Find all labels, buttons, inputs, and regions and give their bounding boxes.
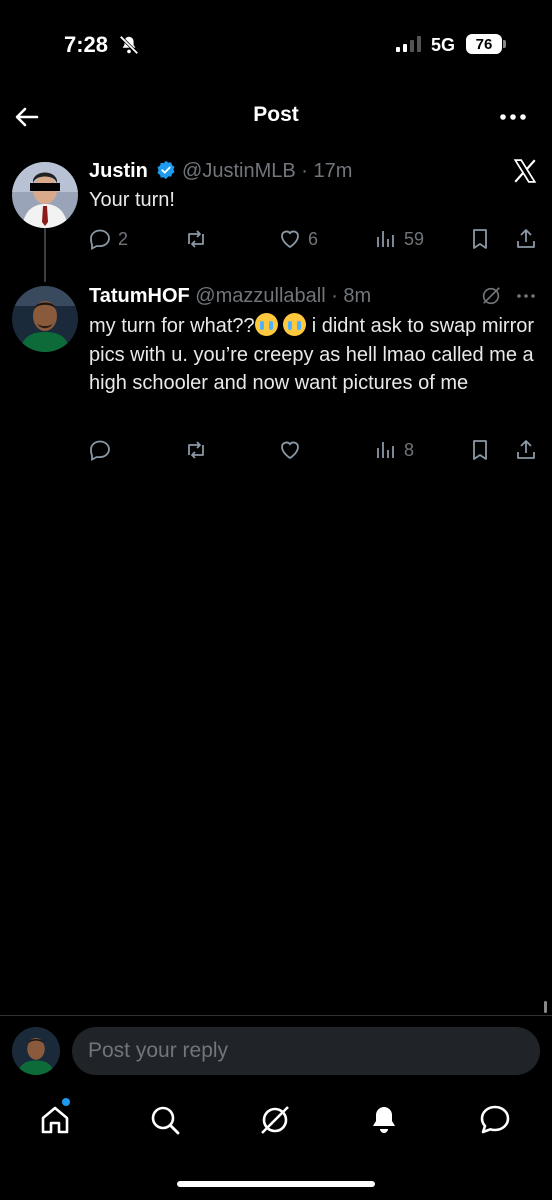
- grok-icon[interactable]: [480, 285, 502, 307]
- bookmark-button[interactable]: [468, 436, 492, 464]
- loudly-crying-face-emoji: [254, 313, 278, 336]
- reply-icon: [90, 229, 110, 250]
- tweet-actions: 2 6 59: [88, 225, 540, 253]
- network-label: 5G: [431, 35, 456, 55]
- my-avatar[interactable]: [12, 1027, 60, 1075]
- tweet-actions: 8: [88, 436, 540, 464]
- reply-count: 2: [118, 228, 129, 249]
- bottom-nav: [0, 1090, 552, 1150]
- battery-icon: 76: [466, 34, 502, 54]
- reply-icon: [90, 440, 110, 461]
- display-name[interactable]: TatumHOF: [89, 285, 190, 307]
- repost-button[interactable]: [184, 225, 214, 253]
- verified-badge-icon: [157, 160, 175, 180]
- repost-icon: [188, 230, 204, 248]
- share-button[interactable]: [514, 436, 538, 464]
- battery-nub: [503, 40, 506, 48]
- notification-dot: [62, 1098, 70, 1106]
- avatar-image: [12, 162, 78, 228]
- view-count: 8: [404, 439, 415, 460]
- header: Post: [0, 90, 552, 142]
- search-icon[interactable]: [147, 1102, 183, 1138]
- reply-button[interactable]: 2: [88, 225, 128, 253]
- heart-icon: [281, 441, 299, 460]
- timestamp: · 8m: [331, 285, 372, 307]
- reply-input[interactable]: [72, 1027, 540, 1075]
- avatar-image: [12, 1027, 60, 1075]
- repost-icon: [188, 441, 204, 459]
- notifications-icon[interactable]: [366, 1102, 402, 1138]
- views-button[interactable]: 59: [374, 225, 424, 253]
- avatar[interactable]: [12, 162, 78, 228]
- scrollbar[interactable]: [544, 1001, 547, 1013]
- home-icon[interactable]: [37, 1102, 73, 1138]
- more-icon[interactable]: [514, 285, 538, 307]
- heart-icon: [281, 230, 299, 249]
- reply-button[interactable]: [88, 436, 118, 464]
- bookmark-icon: [473, 440, 487, 460]
- more-icon[interactable]: [496, 102, 530, 132]
- thread-line: [44, 228, 46, 282]
- display-name[interactable]: Justin: [89, 160, 148, 182]
- tweet-header: TatumHOF @mazzullaball · 8m: [89, 285, 371, 308]
- tweet-header: Justin @JustinMLB · 17m: [89, 160, 352, 183]
- home-indicator: [177, 1181, 375, 1187]
- like-count: 6: [308, 228, 319, 249]
- views-button[interactable]: 8: [374, 436, 414, 464]
- bell-off-icon: [119, 35, 139, 55]
- avatar-image: [12, 286, 78, 352]
- share-icon: [517, 440, 535, 459]
- timestamp: · 17m: [301, 160, 353, 182]
- avatar[interactable]: [12, 286, 78, 352]
- grok-icon[interactable]: [257, 1102, 293, 1138]
- bookmark-button[interactable]: [468, 225, 492, 253]
- signal-icon: [396, 36, 421, 52]
- bookmark-icon: [473, 229, 487, 249]
- views-icon: [377, 442, 394, 458]
- share-button[interactable]: [514, 225, 538, 253]
- share-icon: [517, 229, 535, 248]
- tweet-text-start: my turn for what??: [89, 315, 255, 337]
- repost-button[interactable]: [184, 436, 214, 464]
- handle[interactable]: @mazzullaball: [195, 285, 325, 307]
- view-count: 59: [404, 228, 425, 249]
- views-icon: [377, 231, 394, 247]
- page-title: Post: [253, 103, 299, 126]
- tweet-text: Your turn!: [89, 189, 175, 211]
- status-time: 7:28: [64, 32, 109, 57]
- status-bar: 7:28 5G 76: [0, 0, 552, 90]
- x-logo-icon: [513, 159, 537, 183]
- tweet-text: my turn for what?? i didnt ask to swap m…: [89, 312, 539, 398]
- like-button[interactable]: 6: [278, 225, 318, 253]
- messages-icon[interactable]: [477, 1102, 513, 1138]
- like-button[interactable]: [278, 436, 308, 464]
- divider: [0, 1015, 552, 1016]
- handle[interactable]: @JustinMLB: [182, 160, 296, 182]
- loudly-crying-face-emoji: [283, 313, 307, 336]
